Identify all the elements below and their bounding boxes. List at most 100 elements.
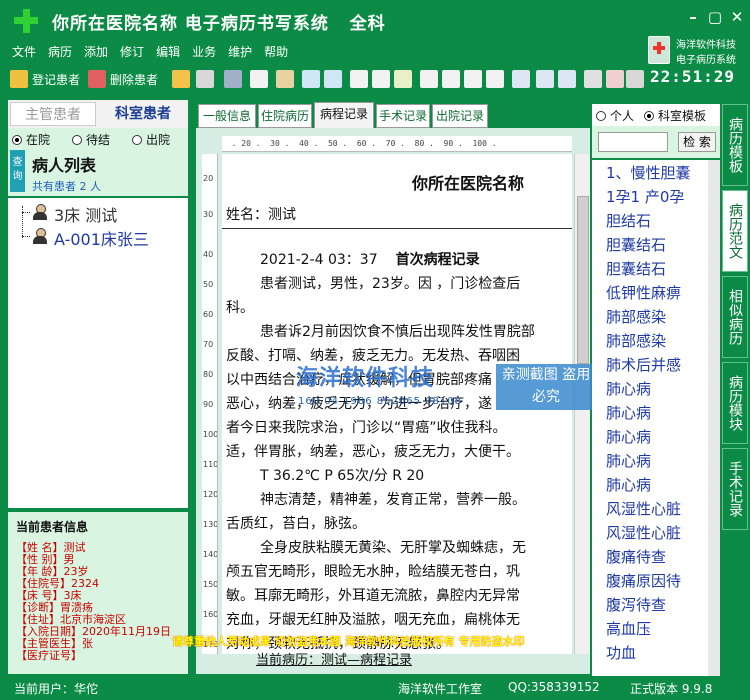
menu-maintain[interactable]: 维护 <box>228 40 252 64</box>
radio-discharged[interactable]: 出院 <box>132 131 170 148</box>
align-center-icon[interactable] <box>442 70 460 88</box>
list-item[interactable]: 肺心病 <box>606 378 651 399</box>
menu-record[interactable]: 病历 <box>48 40 72 64</box>
record-body[interactable]: 2021-2-4 03：37 首次病程记录 患者测试，男性，23岁。因 ，门诊检查… <box>226 248 572 654</box>
vtab-samples[interactable]: 病历范文 <box>722 190 748 272</box>
qq-number: QQ:358339152 <box>508 680 600 694</box>
align-left-icon[interactable] <box>420 70 438 88</box>
patient-icon <box>32 228 48 244</box>
menu-revise[interactable]: 修订 <box>120 40 144 64</box>
minimize-button[interactable]: – <box>682 6 704 28</box>
list-item[interactable]: 腹泻待查 <box>606 594 666 615</box>
vtab-modules[interactable]: 病历模块 <box>722 362 748 444</box>
tree-patient-2[interactable]: A-001床张三 <box>54 226 149 250</box>
list-item[interactable]: 肺心病 <box>606 402 651 423</box>
remove-users-icon <box>88 70 106 88</box>
superscript-icon[interactable] <box>512 70 530 88</box>
register-patient-button[interactable]: 登记患者 <box>32 69 80 91</box>
list-item[interactable]: 肺心病 <box>606 474 651 495</box>
template-scrollbar[interactable] <box>708 160 720 676</box>
header-divider <box>222 228 572 229</box>
patient-count: 共有患者 2 人 <box>32 180 101 193</box>
status-bar: 当前用户：华佗 海洋软件工作室 QQ:358339152 正式版本 9.9.8 <box>0 676 750 700</box>
maximize-button[interactable]: ▢ <box>704 6 726 28</box>
scroll-thumb[interactable] <box>577 196 589 364</box>
tab-general-info[interactable]: 一般信息 <box>198 104 256 128</box>
tab-progress-record[interactable]: 病程记录 <box>314 102 374 128</box>
list-item[interactable]: 1孕1 产0孕 <box>606 186 684 207</box>
vtab-similar[interactable]: 相似病历 <box>722 276 748 358</box>
search-button[interactable]: 检 索 <box>678 132 716 152</box>
list-item[interactable]: 1、慢性胆囊 <box>606 162 691 183</box>
vtab-surgery[interactable]: 手术记录 <box>722 448 748 530</box>
list-item[interactable]: 肺心病 <box>606 426 651 447</box>
menu-edit[interactable]: 编辑 <box>156 40 180 64</box>
app-cross-icon <box>14 9 38 33</box>
tree-patient-1[interactable]: 3床 测试 <box>54 202 117 226</box>
subscript-icon[interactable] <box>558 70 576 88</box>
list-item[interactable]: 肺部感染 <box>606 330 666 351</box>
list-item[interactable]: 胆囊结石 <box>606 234 666 255</box>
template-radios: 个人 科室模板 <box>592 104 720 126</box>
list-item[interactable]: 肺部感染 <box>606 306 666 327</box>
tree-connector <box>22 206 23 238</box>
list-item[interactable]: 腹痛原因待 <box>606 570 681 591</box>
print-icon[interactable] <box>584 70 602 88</box>
tab-department-patients[interactable]: 科室患者 <box>100 102 186 126</box>
patient-tree: 3床 测试 A-001床张三 <box>8 198 188 508</box>
menu-file[interactable]: 文件 <box>12 40 36 64</box>
align-right-icon[interactable] <box>464 70 482 88</box>
list-item[interactable]: 低钾性麻痹 <box>606 282 681 303</box>
tab-admission-record[interactable]: 住院病历 <box>258 104 312 128</box>
document-page[interactable]: 你所在医院名称 姓名：测试 2021-2-4 03：37 首次病程记录 患者测试，… <box>222 154 572 654</box>
exit-icon[interactable] <box>626 70 644 88</box>
cut-icon[interactable] <box>224 70 242 88</box>
radio-personal[interactable]: 个人 <box>596 107 634 124</box>
vtab-templates[interactable]: 病历模板 <box>722 104 748 186</box>
save-icon[interactable] <box>196 70 214 88</box>
paste-icon[interactable] <box>276 70 294 88</box>
menu-add[interactable]: 添加 <box>84 40 108 64</box>
list-item[interactable]: 肺心病 <box>606 450 651 471</box>
clipboard-icon <box>648 36 670 64</box>
record-title: 首次病程记录 <box>395 252 480 268</box>
tab-owner-patients[interactable]: 主管患者 <box>10 102 96 126</box>
text-icon[interactable] <box>350 70 368 88</box>
list-item[interactable]: 功血 <box>606 642 636 663</box>
query-button[interactable]: 查询 <box>10 150 25 192</box>
radio-inpatient[interactable]: 在院 <box>12 131 50 148</box>
menu-help[interactable]: 帮助 <box>264 40 288 64</box>
vertical-ruler: 20 30 40 50 60 70 80 90 100 110 120 130 … <box>202 154 218 654</box>
redo-icon[interactable] <box>302 70 320 88</box>
list-item[interactable]: 腹痛待查 <box>606 546 666 567</box>
patient-list-title: 病人列表 <box>32 156 97 175</box>
menu-business[interactable]: 业务 <box>192 40 216 64</box>
clock: 22:51:29 <box>650 67 736 86</box>
toolbar: 登记患者 删除患者 <box>0 64 646 94</box>
open-folder-icon[interactable] <box>172 70 190 88</box>
list-item[interactable]: 胆结石 <box>606 210 651 231</box>
text-line: 充血，牙龈无红肿及溢脓，咽无充血，扁桃体无 <box>226 612 520 628</box>
radio-pending[interactable]: 待结 <box>72 131 110 148</box>
insert-doc-icon[interactable] <box>372 70 390 88</box>
font-size-icon[interactable] <box>536 70 554 88</box>
list-item[interactable]: 风湿性心脏 <box>606 522 681 543</box>
template-search-input[interactable] <box>598 132 668 152</box>
close-button[interactable]: ✕ <box>726 6 748 28</box>
tab-surgery-record[interactable]: 手术记录 <box>376 104 430 128</box>
list-item[interactable]: 胆囊结石 <box>606 258 666 279</box>
text-line: 全身皮肤粘膜无黄染、无肝掌及蜘蛛痣，无 <box>260 540 526 556</box>
undo-icon[interactable] <box>324 70 342 88</box>
copy-icon[interactable] <box>250 70 268 88</box>
justify-icon[interactable] <box>486 70 504 88</box>
radio-dept-template[interactable]: 科室模板 <box>644 107 706 124</box>
left-panel: 主管患者 科室患者 在院 待结 出院 查询 病人列表 共有患者 2 人 3床 测… <box>8 98 188 674</box>
tab-discharge-record[interactable]: 出院记录 <box>432 104 488 128</box>
delete-icon[interactable] <box>606 70 624 88</box>
edit-doc-icon[interactable] <box>394 70 412 88</box>
list-item[interactable]: 风湿性心脏 <box>606 498 681 519</box>
delete-patient-button[interactable]: 删除患者 <box>110 69 158 91</box>
document-scrollbar[interactable] <box>574 154 590 654</box>
list-item[interactable]: 高血压 <box>606 618 651 639</box>
list-item[interactable]: 肺术后并感 <box>606 354 681 375</box>
